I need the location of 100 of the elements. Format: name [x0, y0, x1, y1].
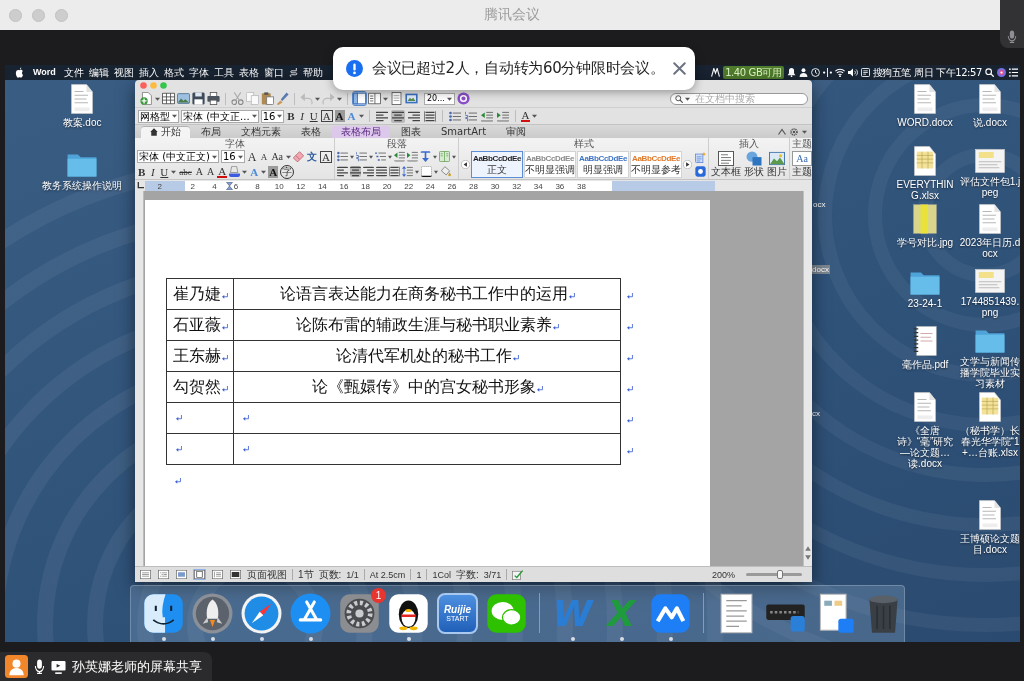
menu-item[interactable]: 文件: [63, 65, 84, 80]
spreadsheet-file-icon[interactable]: [978, 392, 1002, 422]
compass-icon[interactable]: [241, 593, 282, 634]
page-icon[interactable]: [390, 92, 403, 105]
check-page-icon[interactable]: [512, 569, 524, 580]
caret-icon[interactable]: [433, 154, 437, 159]
spreadsheet-file-icon[interactable]: [913, 146, 937, 176]
justify-icon[interactable]: [376, 166, 387, 177]
menu-app-name[interactable]: Word: [33, 65, 56, 80]
document-file-icon[interactable]: [978, 204, 1002, 234]
menu-item[interactable]: 表格: [238, 65, 259, 80]
zoom-slider-thumb[interactable]: [776, 570, 783, 579]
underline-button[interactable]: U: [159, 165, 170, 178]
font-size-dropdown[interactable]: 16: [221, 150, 245, 163]
person-icon[interactable]: [798, 68, 808, 77]
ribbon-tab[interactable]: 表格布局: [332, 126, 390, 138]
sidebar-icon[interactable]: [353, 92, 366, 105]
indent-icon[interactable]: [495, 109, 510, 123]
caret-icon[interactable]: [171, 169, 177, 174]
clock-icon[interactable]: [810, 68, 820, 77]
ribbon-tab[interactable]: 图表: [392, 126, 430, 138]
picture-frame-icon[interactable]: [405, 92, 418, 105]
caret-icon[interactable]: [388, 154, 392, 159]
align-left-icon[interactable]: [374, 109, 389, 123]
font-color-button[interactable]: A: [520, 110, 531, 122]
border-icon[interactable]: [421, 166, 432, 177]
italic-button[interactable]: I: [297, 110, 307, 122]
mountain-icon[interactable]: [711, 68, 721, 77]
right-arrow-circle-icon[interactable]: [683, 159, 692, 169]
caret-icon[interactable]: [415, 169, 419, 174]
file-label[interactable]: 2023年日历.docx: [959, 237, 1020, 259]
menu-item[interactable]: 窗口: [263, 65, 284, 80]
bell-icon[interactable]: [786, 68, 796, 77]
spiral-page-icon[interactable]: [913, 326, 937, 356]
numbered-list-icon[interactable]: [356, 151, 367, 162]
menu-item[interactable]: 视图: [113, 65, 134, 80]
menu-clock[interactable]: 周日 下午12:57: [914, 65, 982, 80]
scissors-icon[interactable]: [231, 92, 244, 105]
document-file-icon[interactable]: [70, 84, 94, 114]
ribbon-tab[interactable]: 表格: [292, 126, 330, 138]
lined-box-icon[interactable]: [860, 68, 870, 77]
caret-icon[interactable]: [802, 129, 807, 134]
caret-icon[interactable]: [434, 169, 438, 174]
search-field[interactable]: 在文档中搜索: [670, 92, 808, 105]
distributed-icon[interactable]: [422, 109, 437, 123]
table-grid-icon[interactable]: [162, 92, 175, 105]
orb-icon[interactable]: [997, 68, 1006, 77]
file-label[interactable]: ocx: [813, 200, 826, 209]
file-label[interactable]: 教案.doc: [62, 117, 102, 128]
ribbon-tab[interactable]: 文档元素: [232, 126, 290, 138]
microphone-icon[interactable]: [34, 659, 45, 674]
print-icon[interactable]: [207, 92, 220, 105]
document-file-icon[interactable]: [913, 84, 937, 114]
style-gallery-item[interactable]: AaBbCcDdEe 明显强调: [577, 150, 629, 178]
underline-button[interactable]: U: [308, 110, 319, 122]
split-panel-icon[interactable]: [368, 92, 381, 105]
caret-icon[interactable]: [452, 154, 456, 159]
change-case-button[interactable]: Aa: [270, 150, 285, 163]
bulleted-list-icon[interactable]: [447, 109, 462, 123]
caret-icon[interactable]: [532, 114, 538, 118]
file-label[interactable]: 王博硕论文题目.docx: [959, 533, 1020, 555]
menu-item[interactable]: 工具: [213, 65, 234, 80]
file-label[interactable]: docx: [811, 265, 830, 274]
file-label[interactable]: 评估文件包1.jpeg: [959, 176, 1020, 198]
menu-item[interactable]: 格式: [163, 65, 184, 80]
folder-icon[interactable]: [67, 154, 97, 177]
page-plus-icon[interactable]: [140, 92, 153, 105]
caret-icon[interactable]: [286, 154, 292, 159]
ribbon-tab[interactable]: SmartArt: [432, 126, 496, 138]
file-label[interactable]: 《全唐诗》“毫”研究—论文题…读.docx: [894, 425, 956, 469]
paste-icon[interactable]: [261, 92, 274, 105]
caret-icon[interactable]: [242, 169, 248, 174]
menu-item[interactable]: 编辑: [88, 65, 109, 80]
caret-icon[interactable]: [369, 154, 373, 159]
horizontal-ruler[interactable]: 2 2 4 6 8 10 12 14 16 18 20 22 24 26 28 30 32 34 36 38: [145, 180, 715, 191]
numbered-list-icon[interactable]: [463, 109, 478, 123]
file-label[interactable]: （秘书学）长春光华学院“1+…台账.xlsx: [959, 425, 1020, 458]
file-label[interactable]: WORD.docx: [897, 117, 953, 128]
save-icon[interactable]: [192, 92, 205, 105]
font-dropdown[interactable]: 宋体 (中文正文): [137, 150, 219, 163]
align-left-icon[interactable]: [337, 166, 348, 177]
caret-icon[interactable]: [358, 114, 364, 118]
caret-icon[interactable]: [155, 96, 160, 101]
menu-item[interactable]: 插入: [138, 65, 159, 80]
menu-item[interactable]: 字体: [188, 65, 209, 80]
picture-icon[interactable]: [177, 92, 190, 105]
split-dots-icon[interactable]: [822, 68, 832, 77]
crossed-sticks-icon[interactable]: [290, 593, 331, 634]
search-icon[interactable]: [675, 94, 683, 103]
chat-bubbles-icon[interactable]: [486, 593, 527, 634]
italic-button[interactable]: I: [148, 165, 158, 178]
style-gallery-item[interactable]: AaBbCcDdEe 不明显强调: [524, 150, 576, 178]
wifi-icon[interactable]: [834, 68, 845, 77]
superscript-button[interactable]: A: [194, 165, 205, 178]
face-icon[interactable]: [143, 593, 184, 634]
indent-icon[interactable]: [407, 151, 418, 162]
folder-icon[interactable]: [910, 272, 940, 295]
document-file-icon[interactable]: [913, 392, 937, 422]
font-dropdown[interactable]: 宋体 (中文正...: [181, 109, 259, 123]
file-label[interactable]: EVERYTHING.xlsx: [894, 179, 956, 201]
